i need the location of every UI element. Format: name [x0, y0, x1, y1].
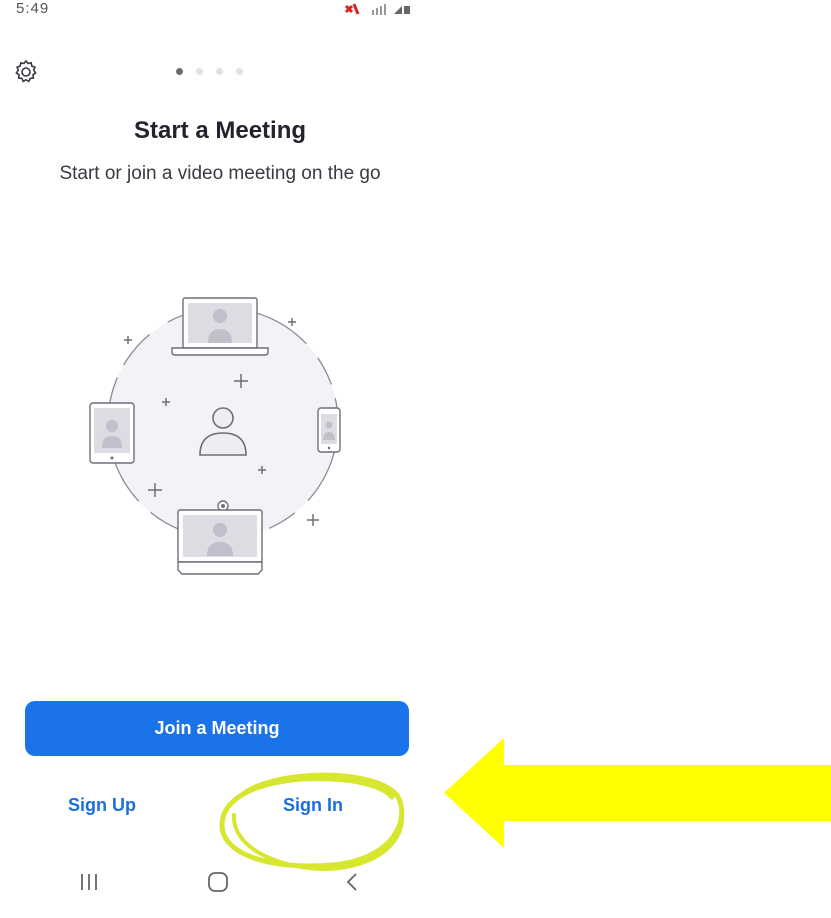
- page-dot[interactable]: [216, 68, 223, 75]
- android-nav-bar: [0, 862, 440, 918]
- zoom-start-screen: 5:49 Start a Meeting Start or join a vid…: [0, 0, 440, 918]
- recents-icon[interactable]: [78, 872, 100, 892]
- page-dot[interactable]: [196, 68, 203, 75]
- sign-up-button[interactable]: Sign Up: [68, 795, 136, 816]
- page-subtitle: Start or join a video meeting on the go: [59, 163, 381, 184]
- page-dot-active[interactable]: [176, 68, 183, 75]
- signal-icon: [344, 3, 410, 15]
- back-icon[interactable]: [344, 870, 360, 894]
- sign-in-button[interactable]: Sign In: [283, 795, 343, 816]
- page-dot[interactable]: [236, 68, 243, 75]
- settings-gear-icon[interactable]: [12, 58, 40, 86]
- arrow-annotation: [444, 738, 831, 848]
- video-meeting-devices-illustration: [89, 297, 341, 575]
- page-indicator: [176, 68, 243, 75]
- page-title: Start a Meeting: [133, 117, 307, 144]
- status-time: 5:49: [16, 0, 50, 17]
- status-icons: [344, 2, 414, 16]
- join-meeting-button[interactable]: Join a Meeting: [25, 701, 409, 756]
- home-icon[interactable]: [206, 870, 230, 894]
